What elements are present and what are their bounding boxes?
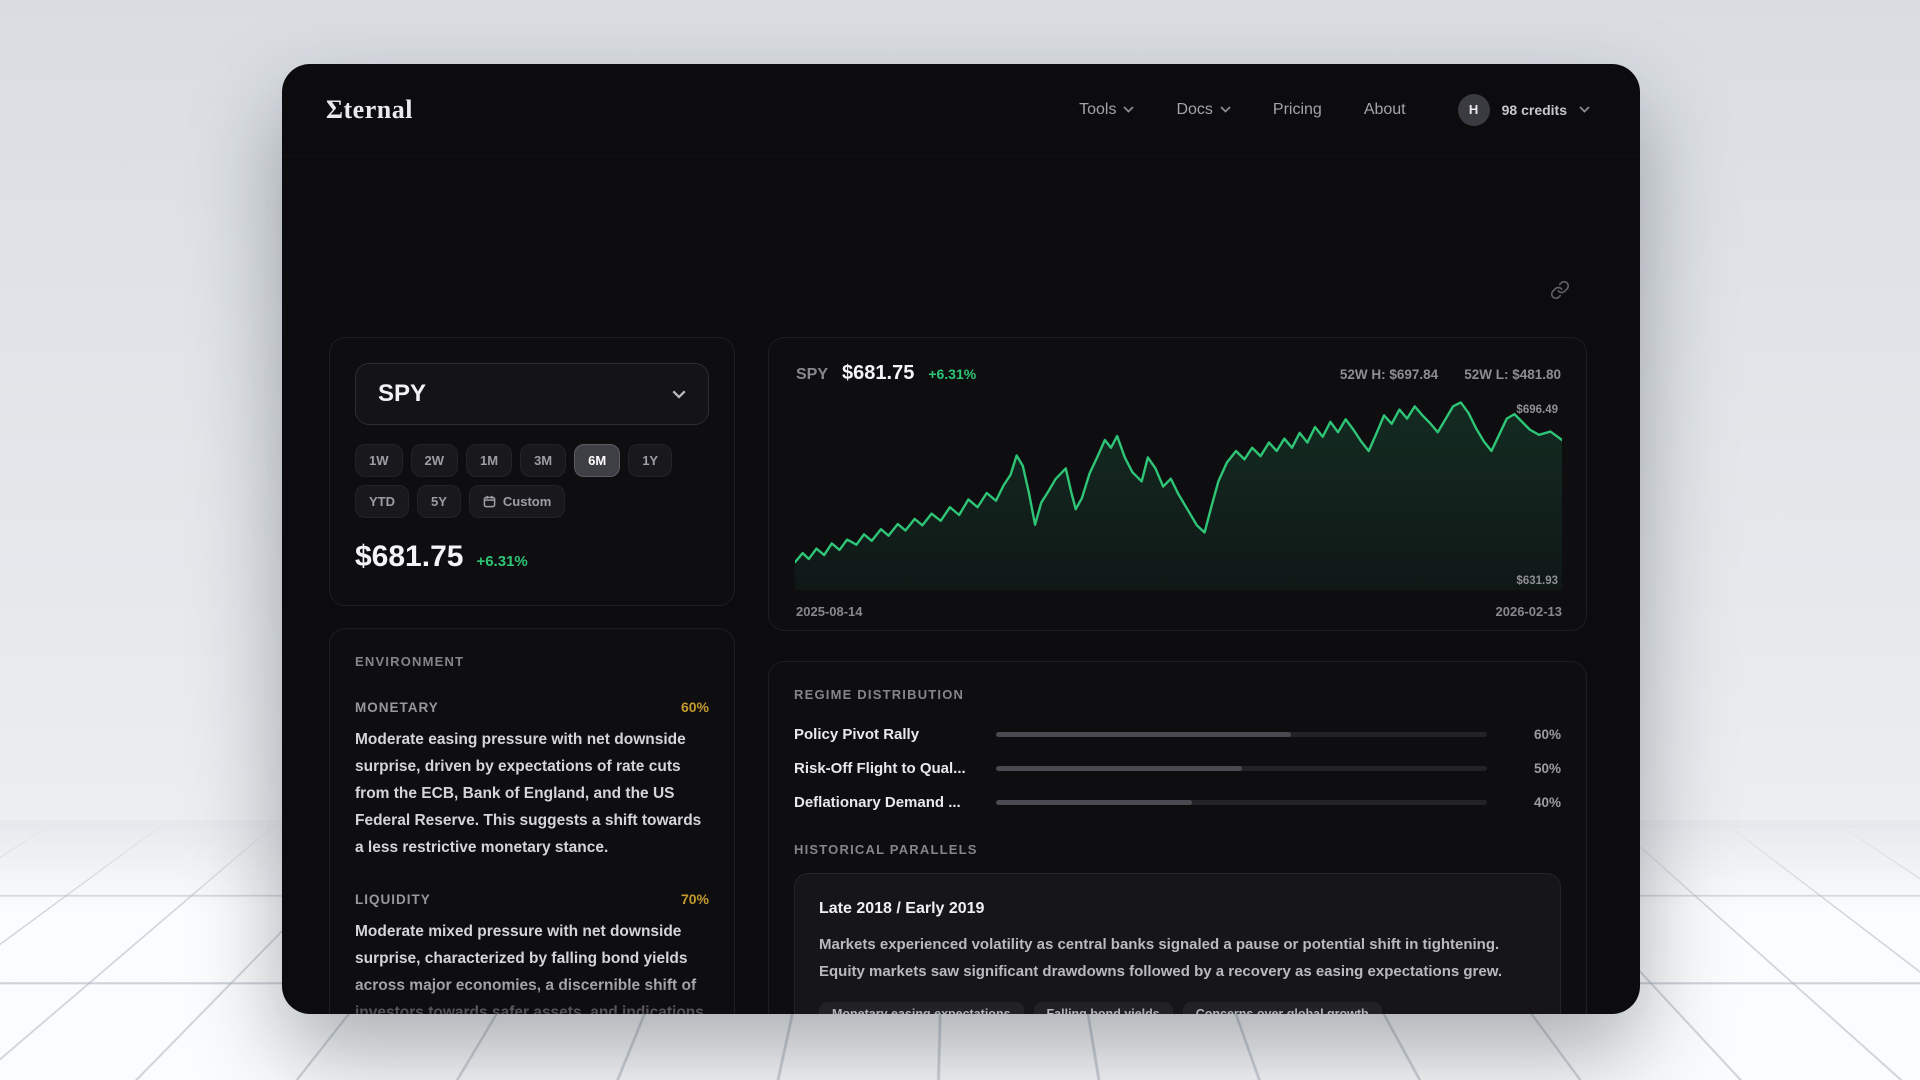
avatar[interactable]: H — [1458, 94, 1490, 126]
section-text: Moderate mixed pressure with net downsid… — [355, 918, 709, 1014]
top-navbar: Σternal Tools Docs Pricing About H 98 cr… — [282, 64, 1640, 156]
range-button-6m[interactable]: 6M — [574, 444, 620, 477]
regime-row-pct: 50% — [1509, 761, 1561, 776]
regime-rows: Policy Pivot Rally 60% Risk-Off Flight t… — [794, 724, 1561, 813]
environment-title: ENVIRONMENT — [355, 654, 709, 669]
custom-range-label: Custom — [503, 494, 551, 509]
chart-symbol: SPY — [796, 366, 828, 384]
chart-change: +6.31% — [928, 366, 976, 382]
nav-item-tools[interactable]: Tools — [1079, 101, 1134, 119]
parallel-period-title: Late 2018 / Early 2019 — [819, 900, 1536, 918]
progress-fill — [996, 732, 1291, 737]
progress-track — [996, 732, 1487, 737]
chevron-down-icon — [1123, 106, 1134, 113]
regime-row: Risk-Off Flight to Qual... 50% — [794, 758, 1561, 779]
range-button-1y[interactable]: 1Y — [628, 444, 672, 477]
main-nav: Tools Docs Pricing About H 98 credits — [1079, 94, 1590, 126]
chart-svg — [795, 396, 1562, 590]
calendar-icon — [483, 495, 496, 508]
quote-change: +6.31% — [476, 553, 527, 570]
range-button-2w[interactable]: 2W — [411, 444, 459, 477]
range-button-ytd[interactable]: YTD — [355, 485, 409, 518]
nav-item-label: About — [1364, 101, 1406, 119]
environment-section-liquidity: LIQUIDITY 70% Moderate mixed pressure wi… — [355, 891, 709, 1014]
progress-fill — [996, 800, 1192, 805]
historical-parallel-card[interactable]: Late 2018 / Early 2019 Markets experienc… — [794, 873, 1561, 1014]
range-button-1m[interactable]: 1M — [466, 444, 512, 477]
symbol-value: SPY — [378, 380, 426, 408]
share-link-icon[interactable] — [1550, 280, 1570, 305]
regime-row-pct: 60% — [1509, 727, 1561, 742]
chart-price: $681.75 — [842, 362, 914, 385]
progress-fill — [996, 766, 1242, 771]
regime-row: Deflationary Demand ... 40% — [794, 792, 1561, 813]
parallel-description: Markets experienced volatility as centra… — [819, 931, 1536, 985]
chart-min-label: $631.93 — [1516, 575, 1558, 587]
section-text: Moderate easing pressure with net downsi… — [355, 726, 709, 861]
regime-panel: REGIME DISTRIBUTION Policy Pivot Rally 6… — [768, 661, 1587, 1014]
quote-row: $681.75 +6.31% — [355, 540, 709, 574]
symbol-dropdown[interactable]: SPY — [355, 363, 709, 425]
environment-section-monetary: MONETARY 60% Moderate easing pressure wi… — [355, 699, 709, 861]
nav-item-docs[interactable]: Docs — [1176, 101, 1230, 119]
app-window: Σternal Tools Docs Pricing About H 98 cr… — [282, 64, 1640, 1014]
regime-row-label: Deflationary Demand ... — [794, 794, 996, 811]
chart-header: SPY $681.75 +6.31% 52W H: $697.84 52W L:… — [769, 338, 1586, 385]
regime-title: REGIME DISTRIBUTION — [794, 687, 1561, 702]
week52-high: 52W H: $697.84 — [1340, 367, 1438, 382]
price-chart[interactable]: $696.49 $631.93 — [795, 396, 1562, 590]
regime-row-label: Policy Pivot Rally — [794, 726, 996, 743]
tag: Concerns over global growth — [1183, 1002, 1382, 1014]
range-selector: 1W 2W 1M 3M 6M 1Y YTD 5Y Custom — [355, 444, 695, 518]
chart-end-date: 2026-02-13 — [1496, 604, 1563, 619]
chevron-down-icon — [1220, 106, 1231, 113]
account-menu[interactable]: H 98 credits — [1458, 94, 1590, 126]
range-button-1w[interactable]: 1W — [355, 444, 403, 477]
parallels-title: HISTORICAL PARALLELS — [794, 842, 1561, 857]
symbol-panel: SPY 1W 2W 1M 3M 6M 1Y YTD 5Y Custom — [329, 337, 735, 606]
progress-track — [996, 800, 1487, 805]
section-score: 60% — [681, 699, 709, 715]
chart-x-axis: 2025-08-14 2026-02-13 — [796, 604, 1562, 619]
chevron-down-icon — [1579, 106, 1590, 113]
parallel-tags: Monetary easing expectations Falling bon… — [819, 1002, 1536, 1014]
tag: Falling bond yields — [1034, 1002, 1173, 1014]
nav-item-label: Docs — [1176, 101, 1212, 119]
week52-low: 52W L: $481.80 — [1464, 367, 1561, 382]
quote-price: $681.75 — [355, 540, 463, 574]
regime-row-label: Risk-Off Flight to Qual... — [794, 760, 996, 777]
section-score: 70% — [681, 891, 709, 907]
price-chart-panel: SPY $681.75 +6.31% 52W H: $697.84 52W L:… — [768, 337, 1587, 631]
nav-item-label: Tools — [1079, 101, 1116, 119]
regime-row-pct: 40% — [1509, 795, 1561, 810]
section-name: MONETARY — [355, 700, 439, 715]
left-column: SPY 1W 2W 1M 3M 6M 1Y YTD 5Y Custom — [329, 337, 735, 1014]
chart-start-date: 2025-08-14 — [796, 604, 863, 619]
app-logo[interactable]: Σternal — [326, 95, 413, 125]
range-button-5y[interactable]: 5Y — [417, 485, 461, 518]
chevron-down-icon — [672, 390, 686, 399]
range-button-custom[interactable]: Custom — [469, 485, 565, 518]
chart-max-label: $696.49 — [1516, 404, 1558, 416]
nav-item-about[interactable]: About — [1364, 101, 1406, 119]
nav-item-pricing[interactable]: Pricing — [1273, 101, 1322, 119]
main-content: SPY 1W 2W 1M 3M 6M 1Y YTD 5Y Custom — [282, 156, 1640, 1014]
section-name: LIQUIDITY — [355, 892, 431, 907]
nav-item-label: Pricing — [1273, 101, 1322, 119]
regime-row: Policy Pivot Rally 60% — [794, 724, 1561, 745]
environment-panel: ENVIRONMENT MONETARY 60% Moderate easing… — [329, 628, 735, 1014]
tag: Monetary easing expectations — [819, 1002, 1024, 1014]
progress-track — [996, 766, 1487, 771]
credits-badge: 98 credits — [1502, 102, 1567, 118]
range-button-3m[interactable]: 3M — [520, 444, 566, 477]
right-column: SPY $681.75 +6.31% 52W H: $697.84 52W L:… — [768, 337, 1587, 1014]
